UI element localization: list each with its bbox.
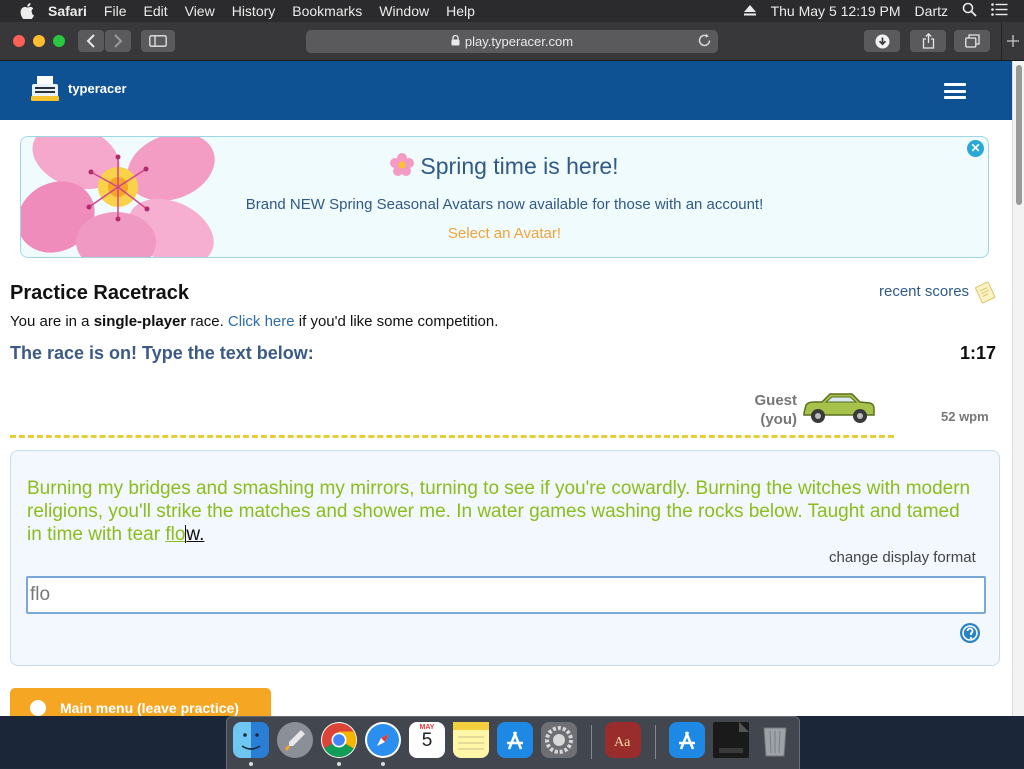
race-car-icon	[800, 391, 876, 427]
macos-menu-bar: Safari File Edit View History Bookmarks …	[0, 0, 1024, 22]
menu-bookmarks[interactable]: Bookmarks	[292, 3, 362, 19]
tabs-icon	[964, 34, 980, 48]
system-preferences-icon[interactable]	[541, 722, 577, 758]
banner-subtitle: Brand NEW Spring Seasonal Avatars now av…	[245, 196, 764, 213]
recent-scores-link[interactable]: recent scores	[879, 283, 969, 300]
menu-help[interactable]: Help	[446, 3, 475, 19]
hamburger-menu-icon[interactable]	[944, 83, 966, 99]
intro-text-middle: race.	[186, 313, 228, 330]
trash-icon[interactable]	[757, 722, 793, 758]
finder-running-indicator	[249, 762, 253, 766]
notes-icon[interactable]	[453, 722, 489, 758]
menu-edit[interactable]: Edit	[143, 3, 167, 19]
typewriter-logo-icon[interactable]	[30, 75, 60, 103]
menubar-user[interactable]: Dartz	[915, 3, 948, 19]
calendar-day-label: 5	[421, 730, 433, 751]
dictionary-icon[interactable]: Aa	[605, 722, 641, 758]
share-button[interactable]	[910, 30, 946, 52]
menubar-clock[interactable]: Thu May 5 12:19 PM	[771, 3, 901, 19]
safari-running-indicator	[381, 762, 385, 766]
page-title: Practice Racetrack	[10, 282, 190, 304]
share-icon	[922, 33, 934, 49]
chrome-running-indicator	[337, 762, 341, 766]
dock-separator	[655, 725, 656, 759]
click-here-link[interactable]: Click here	[228, 313, 295, 330]
page-scrollbar[interactable]	[1012, 61, 1024, 716]
menu-window[interactable]: Window	[379, 3, 429, 19]
menu-history[interactable]: History	[232, 3, 276, 19]
downloads-button[interactable]	[864, 30, 900, 52]
notepad-icon[interactable]	[973, 280, 997, 304]
spotlight-search-icon[interactable]	[962, 2, 977, 20]
address-bar[interactable]: play.typeracer.com	[306, 30, 718, 53]
notification-center-icon[interactable]	[991, 3, 1008, 19]
sidebar-icon	[149, 35, 167, 47]
window-minimize-button[interactable]	[33, 35, 45, 47]
banner-close-icon[interactable]: ✕	[967, 140, 984, 157]
forward-button[interactable]	[105, 30, 131, 52]
svg-text:Aa: Aa	[614, 735, 631, 750]
app-store-download-icon[interactable]	[669, 722, 705, 758]
chevron-left-icon	[86, 34, 95, 48]
race-status-heading: The race is on! Type the text below:	[10, 343, 314, 363]
main-menu-button[interactable]: Main menu (leave practice)	[10, 688, 271, 716]
race-timer: 1:17	[960, 343, 997, 363]
help-icon[interactable]	[959, 622, 981, 644]
race-track-line	[10, 435, 894, 438]
finder-icon[interactable]	[233, 722, 269, 758]
racer-name: Guest (you)	[735, 391, 797, 429]
menu-file[interactable]: File	[104, 3, 127, 19]
chevron-right-icon	[114, 34, 123, 48]
site-logo-text[interactable]: typeracer	[68, 81, 127, 96]
safari-icon[interactable]	[365, 722, 401, 758]
lock-icon	[451, 34, 460, 49]
site-header: typeracer	[0, 61, 1012, 120]
arrow-circle-icon	[30, 700, 46, 716]
webpage: typeracer Spring time is here! Brand NEW…	[0, 61, 1012, 716]
sidebar-toggle-button[interactable]	[141, 30, 175, 52]
banner-title-text: Spring time is here!	[420, 153, 619, 179]
typing-input[interactable]	[26, 576, 986, 614]
eject-icon[interactable]	[743, 3, 757, 19]
safari-toolbar: play.typeracer.com	[0, 22, 1024, 61]
back-button[interactable]	[78, 30, 104, 52]
race-passage: Burning my bridges and smashing my mirro…	[27, 477, 975, 546]
typing-panel: Burning my bridges and smashing my mirro…	[10, 450, 1000, 666]
main-menu-label: Main menu (leave practice)	[60, 700, 239, 716]
banner-title: Spring time is here!	[21, 153, 988, 183]
macos-dock: MAY 5 Aa	[226, 716, 800, 769]
cherry-blossom-icon	[390, 153, 415, 183]
intro-text-start: You are in a	[10, 313, 94, 330]
download-icon	[875, 34, 889, 48]
racer-you-label: (you)	[760, 411, 797, 428]
url-text: play.typeracer.com	[464, 34, 574, 49]
new-tab-button[interactable]	[1001, 22, 1024, 60]
window-close-button[interactable]	[13, 35, 25, 47]
scrollbar-thumb[interactable]	[1016, 65, 1022, 205]
html-file-icon[interactable]	[713, 722, 749, 758]
menu-safari[interactable]: Safari	[48, 3, 87, 19]
racer-name-label: Guest	[754, 392, 797, 409]
chrome-icon[interactable]	[321, 722, 357, 758]
menu-view[interactable]: View	[185, 3, 215, 19]
apple-icon[interactable]	[20, 3, 34, 19]
show-tabs-button[interactable]	[954, 30, 990, 52]
intro-text-end: if you'd like some competition.	[294, 313, 499, 330]
plus-icon	[1007, 35, 1019, 47]
racer-wpm: 52 wpm	[941, 409, 989, 424]
race-intro-text: You are in a single-player race. Click h…	[10, 313, 498, 330]
passage-current-remaining: w.	[186, 524, 205, 545]
change-display-format-link[interactable]: change display format	[829, 549, 976, 566]
intro-text-bold: single-player	[93, 313, 187, 330]
window-zoom-button[interactable]	[53, 35, 65, 47]
select-avatar-link[interactable]: Select an Avatar!	[21, 225, 988, 242]
app-store-icon[interactable]	[497, 722, 533, 758]
promo-banner: Spring time is here! Brand NEW Spring Se…	[20, 136, 989, 258]
reload-icon[interactable]	[697, 33, 712, 51]
launchpad-icon[interactable]	[277, 722, 313, 758]
dock-separator	[591, 725, 592, 759]
passage-current-typed: flo	[165, 524, 186, 545]
calendar-icon[interactable]: MAY 5	[409, 722, 445, 758]
